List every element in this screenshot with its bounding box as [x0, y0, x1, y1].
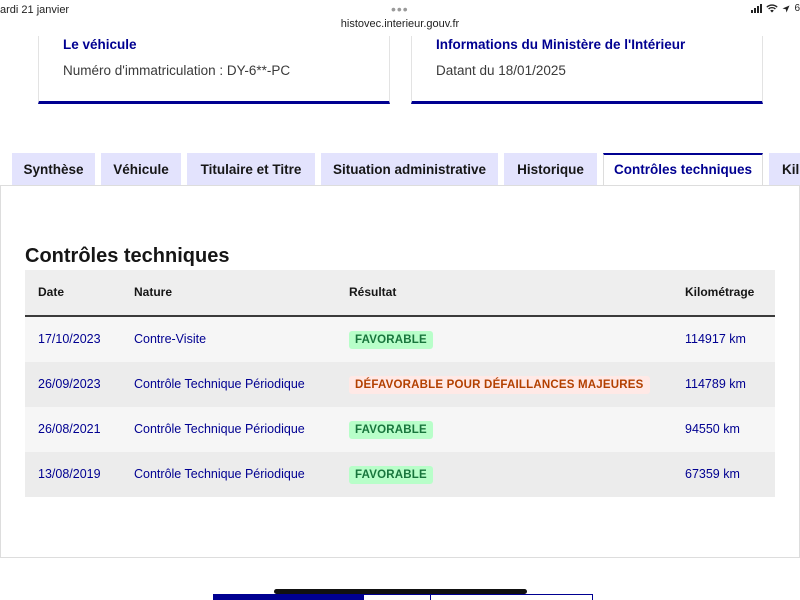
tab-synthese[interactable]: Synthèse	[12, 153, 95, 186]
cell-date: 26/09/2023	[38, 377, 101, 391]
cell-km: 114789 km	[685, 377, 746, 391]
tab-vehicule[interactable]: Véhicule	[101, 153, 181, 186]
status-date: ardi 21 janvier	[0, 4, 70, 16]
tab-bar: Synthèse Véhicule Titulaire et Titre Sit…	[0, 153, 800, 186]
primary-button-partial[interactable]	[213, 594, 363, 600]
cell-km: 94550 km	[685, 422, 740, 436]
section-title: Contrôles techniques	[25, 245, 230, 267]
technical-inspections-table: Date Nature Résultat Kilométrage 17/10/2…	[25, 270, 775, 497]
tab-controles-techniques[interactable]: Contrôles techniques	[603, 153, 763, 186]
cell-nature: Contre-Visite	[134, 332, 207, 346]
table-row: 17/10/2023 Contre-Visite FAVORABLE 11491…	[25, 317, 775, 362]
address-bar-url[interactable]: histovec.interieur.gouv.fr	[0, 18, 800, 30]
status-indicators: 6	[751, 3, 800, 14]
cell-date: 17/10/2023	[38, 332, 101, 346]
table-row: 13/08/2019 Contrôle Technique Périodique…	[25, 452, 775, 497]
cell-nature: Contrôle Technique Périodique	[134, 422, 305, 436]
cell-nature: Contrôle Technique Périodique	[134, 467, 305, 481]
battery-level: 6	[794, 3, 800, 14]
status-badge: DÉFAVORABLE POUR DÉFAILLANCES MAJEURES	[349, 376, 650, 394]
header-nature: Nature	[134, 285, 173, 299]
ministry-info-card: Informations du Ministère de l'Intérieur…	[411, 36, 763, 104]
table-row: 26/09/2023 Contrôle Technique Périodique…	[25, 362, 775, 407]
header-result: Résultat	[349, 285, 397, 299]
ministry-card-title: Informations du Ministère de l'Intérieur	[436, 37, 686, 52]
home-indicator[interactable]	[274, 589, 527, 594]
cell-km: 67359 km	[685, 467, 740, 481]
button-separator	[430, 594, 431, 600]
header-date: Date	[38, 285, 65, 299]
table-row: 26/08/2021 Contrôle Technique Périodique…	[25, 407, 775, 452]
cellular-signal-icon	[751, 4, 763, 13]
cell-date: 26/08/2021	[38, 422, 101, 436]
browser-status-bar: ardi 21 janvier ••• histovec.interieur.g…	[0, 0, 800, 36]
cell-nature: Contrôle Technique Périodique	[134, 377, 305, 391]
header-km: Kilométrage	[685, 285, 755, 299]
status-badge: FAVORABLE	[349, 421, 433, 439]
status-badge: FAVORABLE	[349, 466, 433, 484]
tab-kilometrage[interactable]: Kil	[769, 153, 800, 186]
tab-titulaire-titre[interactable]: Titulaire et Titre	[187, 153, 315, 186]
tab-historique[interactable]: Historique	[504, 153, 597, 186]
secondary-button-partial[interactable]	[363, 594, 593, 600]
tab-situation-administrative[interactable]: Situation administrative	[321, 153, 498, 186]
table-header: Date Nature Résultat Kilométrage	[25, 270, 775, 317]
cell-km: 114917 km	[685, 332, 746, 346]
location-arrow-icon	[782, 5, 790, 12]
registration-number: Numéro d'immatriculation : DY-6**-PC	[63, 63, 291, 78]
more-dots-icon[interactable]: •••	[391, 1, 409, 17]
status-badge: FAVORABLE	[349, 331, 433, 349]
vehicle-card-title: Le véhicule	[63, 37, 137, 52]
data-date: Datant du 18/01/2025	[436, 63, 566, 78]
cell-date: 13/08/2019	[38, 467, 101, 481]
wifi-icon	[766, 4, 779, 13]
vehicle-card: Le véhicule Numéro d'immatriculation : D…	[38, 36, 390, 104]
